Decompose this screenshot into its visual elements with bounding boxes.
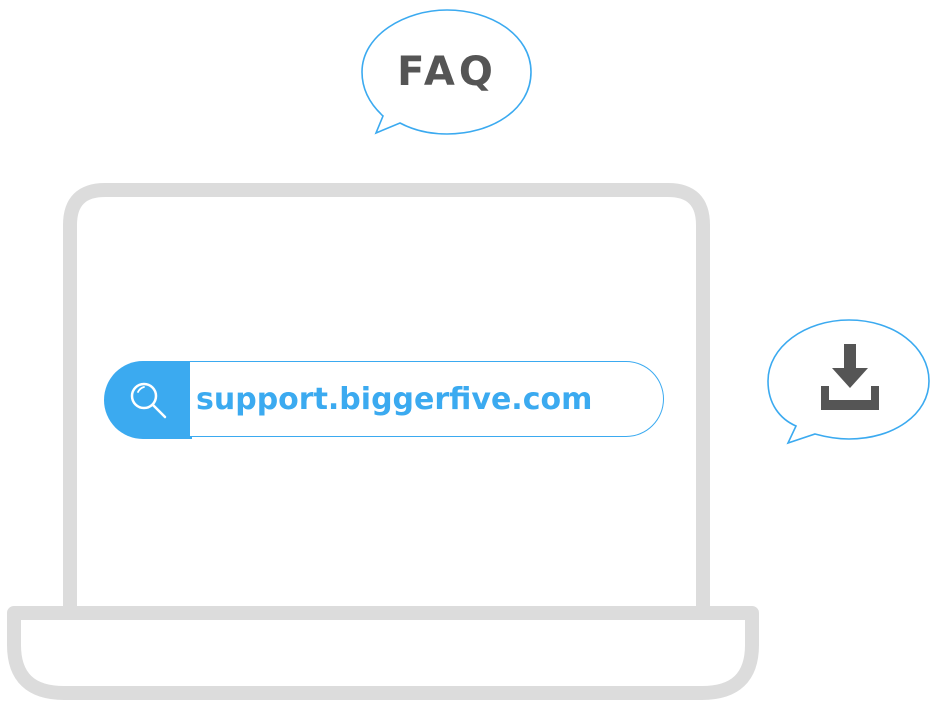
- faq-label: FAQ: [397, 49, 497, 95]
- search-input[interactable]: support.biggerfive.com: [190, 361, 664, 437]
- search-button[interactable]: [104, 361, 192, 439]
- illustration: FAQ support.biggerfive.com: [0, 0, 931, 702]
- background-art: [7, 9, 930, 700]
- laptop-base: [7, 606, 759, 700]
- search-icon: [130, 382, 167, 419]
- search-bar[interactable]: support.biggerfive.com: [104, 361, 664, 439]
- download-icon: [821, 344, 879, 410]
- search-url-text: support.biggerfive.com: [196, 381, 593, 417]
